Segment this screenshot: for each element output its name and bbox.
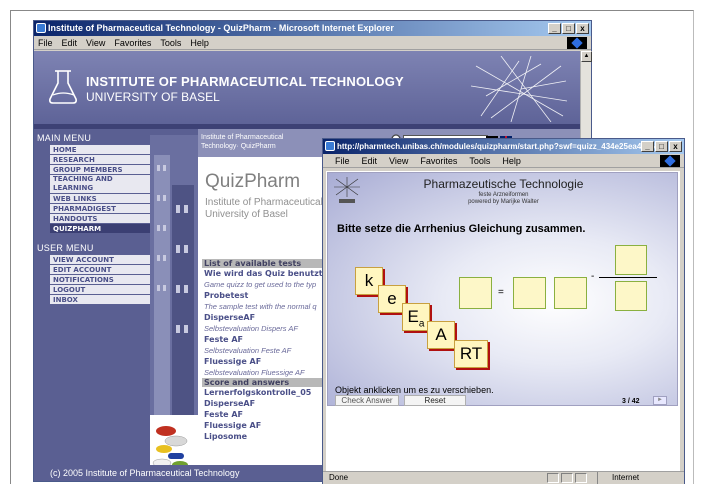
nav-web-links[interactable]: WEB LINKS bbox=[50, 194, 150, 204]
status-zone: Internet bbox=[597, 472, 677, 484]
ie-page-icon bbox=[36, 23, 46, 33]
main-menubar: File Edit View Favorites Tools Help bbox=[34, 36, 591, 50]
drop-slot-denominator[interactable] bbox=[615, 281, 647, 311]
minus-sign: - bbox=[591, 271, 595, 282]
quiz-subtitle: feste Arzneiformen bbox=[478, 192, 529, 198]
tile-rt[interactable]: RT bbox=[454, 340, 488, 368]
fraction-bar bbox=[599, 277, 657, 278]
reset-button[interactable]: Reset bbox=[404, 395, 466, 406]
check-answer-button[interactable]: Check Answer bbox=[335, 395, 399, 406]
next-button[interactable]: ► bbox=[653, 396, 667, 405]
nav-research[interactable]: RESEARCH bbox=[50, 155, 150, 165]
quiz-instruction: Objekt anklicken um es zu verschieben. bbox=[335, 385, 494, 395]
menu-help[interactable]: Help bbox=[190, 38, 209, 48]
drop-slot-numerator[interactable] bbox=[615, 245, 647, 275]
nav-notifications[interactable]: NOTIFICATIONS bbox=[50, 275, 150, 285]
menu-favorites[interactable]: Favorites bbox=[114, 38, 151, 48]
nav-group-members[interactable]: GROUP MEMBERS bbox=[50, 165, 150, 175]
quiz-flash-area: Pharmazeutische Technologie feste Arznei… bbox=[327, 172, 678, 406]
menu-view[interactable]: View bbox=[389, 156, 408, 166]
drop-slot-3[interactable] bbox=[554, 277, 587, 309]
site-banner: INSTITUTE OF PHARMACEUTICAL TECHNOLOGY U… bbox=[34, 51, 581, 129]
tile-a[interactable]: A bbox=[427, 321, 455, 349]
sidebar: MAIN MENU HOME RESEARCH GROUP MEMBERS TE… bbox=[34, 129, 198, 481]
popup-statusbar: Done Internet bbox=[323, 471, 684, 484]
drop-slot-1[interactable] bbox=[459, 277, 492, 309]
equals-sign: = bbox=[498, 287, 504, 298]
menu-tools[interactable]: Tools bbox=[469, 156, 490, 166]
menu-view[interactable]: View bbox=[86, 38, 105, 48]
nav-teaching-and-learning[interactable]: TEACHING AND LEARNING bbox=[50, 175, 150, 194]
banner-subtitle: UNIVERSITY OF BASEL bbox=[86, 90, 220, 104]
nav-pharmadigest[interactable]: PHARMADIGEST bbox=[50, 204, 150, 214]
maximize-button[interactable]: □ bbox=[562, 23, 575, 34]
scroll-up-arrow-icon[interactable]: ▲ bbox=[581, 51, 592, 62]
popup-menubar: File Edit View Favorites Tools Help bbox=[323, 154, 684, 168]
main-window-title: Institute of Pharmaceutical Technology -… bbox=[48, 23, 394, 33]
nav-handouts[interactable]: HANDOUTS bbox=[50, 214, 150, 224]
network-graphic bbox=[471, 56, 567, 122]
close-button[interactable]: x bbox=[576, 23, 589, 34]
status-done: Done bbox=[329, 473, 349, 482]
institute-line-1: Institute of Pharmaceutical bbox=[205, 197, 323, 208]
institute-logo-icon bbox=[49, 70, 77, 104]
page-title: QuizPharm bbox=[205, 171, 301, 192]
quiz-credit: powered by Marijke Walter bbox=[468, 199, 539, 205]
menu-edit[interactable]: Edit bbox=[362, 156, 378, 166]
popup-minimize-button[interactable]: _ bbox=[641, 141, 654, 152]
popup-title: http://pharmtech.unibas.ch/modules/quizp… bbox=[337, 142, 662, 151]
nav-home[interactable]: HOME bbox=[50, 145, 150, 155]
menu-help[interactable]: Help bbox=[502, 156, 521, 166]
nav-edit-account[interactable]: EDIT ACCOUNT bbox=[50, 265, 150, 275]
minimize-button[interactable]: _ bbox=[548, 23, 561, 34]
popup-maximize-button[interactable]: □ bbox=[655, 141, 668, 152]
institute-text: Institute of Pharmaceutical University o… bbox=[205, 197, 323, 221]
menu-edit[interactable]: Edit bbox=[62, 38, 78, 48]
nav-inbox[interactable]: INBOX bbox=[50, 295, 150, 305]
popup-titlebar[interactable]: http://pharmtech.unibas.ch/modules/quizp… bbox=[323, 139, 684, 154]
nav-quizpharm[interactable]: QUIZPHARM bbox=[50, 224, 150, 234]
main-window-titlebar[interactable]: Institute of Pharmaceutical Technology -… bbox=[34, 21, 591, 36]
windows-logo-icon bbox=[660, 155, 680, 167]
popup-page: Pharmazeutische Technologie feste Arznei… bbox=[326, 171, 680, 471]
nav-view-account[interactable]: VIEW ACCOUNT bbox=[50, 255, 150, 265]
menu-favorites[interactable]: Favorites bbox=[420, 156, 457, 166]
nav-logout[interactable]: LOGOUT bbox=[50, 285, 150, 295]
tile-ea[interactable]: Ea bbox=[402, 303, 430, 331]
drop-slot-2[interactable] bbox=[513, 277, 546, 309]
question-counter: 3 / 42 bbox=[622, 398, 640, 405]
popup-close-button[interactable]: x bbox=[669, 141, 682, 152]
institute-line-2: University of Basel bbox=[205, 209, 288, 220]
windows-logo-icon bbox=[567, 37, 587, 49]
menu-tools[interactable]: Tools bbox=[160, 38, 181, 48]
quiz-title: Pharmazeutische Technologie bbox=[423, 177, 584, 191]
tile-ea-subscript: a bbox=[418, 318, 425, 330]
menu-file[interactable]: File bbox=[38, 38, 53, 48]
quiz-question: Bitte setze die Arrhenius Gleichung zusa… bbox=[337, 223, 586, 235]
ie-page-icon bbox=[325, 141, 335, 151]
menu-file[interactable]: File bbox=[335, 156, 350, 166]
banner-title: INSTITUTE OF PHARMACEUTICAL TECHNOLOGY bbox=[86, 74, 404, 89]
quiz-popup-window: http://pharmtech.unibas.ch/modules/quizp… bbox=[322, 138, 685, 484]
